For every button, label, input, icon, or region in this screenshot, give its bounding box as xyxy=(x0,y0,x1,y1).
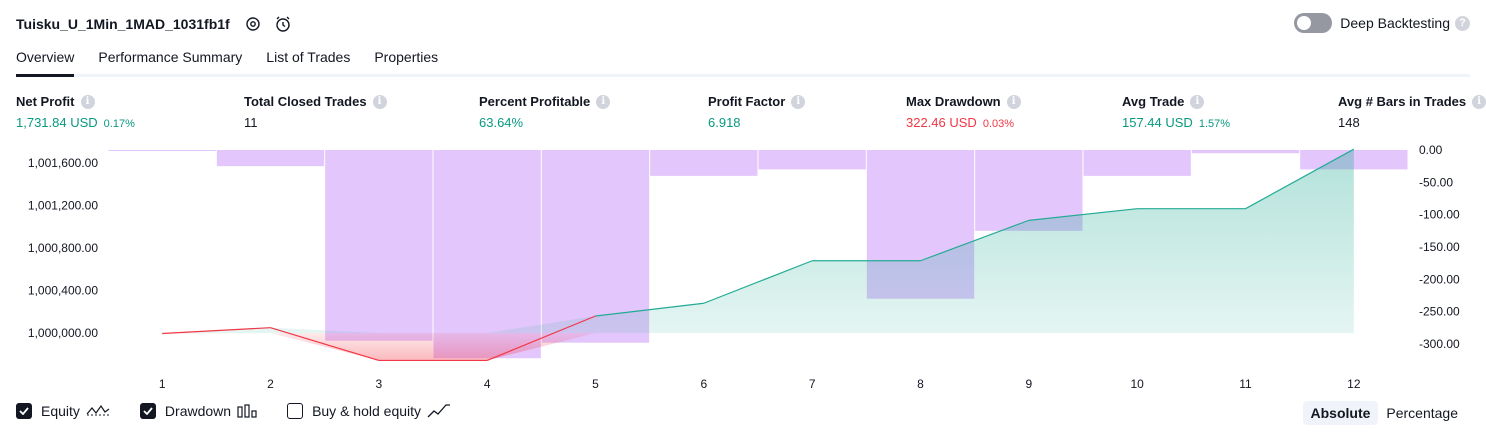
drawdown-bar xyxy=(325,150,433,341)
legend-label: Buy & hold equity xyxy=(312,403,422,419)
absolute-button[interactable]: Absolute xyxy=(1302,401,1379,425)
x-tick-label: 6 xyxy=(700,377,707,391)
equity-checkbox[interactable] xyxy=(16,403,32,419)
buy-hold-checkbox[interactable] xyxy=(287,403,304,419)
chart-legend: Equity Drawdown Buy & hold equity xyxy=(16,403,481,419)
right-axis-labels: 0.00 -50.00 -100.00 -150.00 -200.00 -250.00 -3… xyxy=(1419,143,1460,351)
scale-mode-switch: Absolute Percentage xyxy=(1302,401,1467,425)
x-tick-label: 11 xyxy=(1239,377,1252,391)
y-right-tick-label: -250.00 xyxy=(1419,305,1460,319)
legend-label: Equity xyxy=(41,403,80,419)
y-right-tick-label: -200.00 xyxy=(1419,272,1460,286)
drawdown-bar xyxy=(758,150,866,170)
x-tick-label: 7 xyxy=(809,377,816,391)
y-right-tick-label: -50.00 xyxy=(1419,175,1453,189)
drawdown-bar xyxy=(650,150,758,176)
left-axis-labels: 1,001,600.00 1,001,200.00 1,000,800.00 1,00… xyxy=(28,156,98,340)
x-tick-label: 3 xyxy=(375,377,382,391)
percentage-button[interactable]: Percentage xyxy=(1378,401,1466,425)
drawdown-checkbox[interactable] xyxy=(139,403,156,419)
drawdown-icon xyxy=(237,404,257,418)
drawdown-bar xyxy=(433,150,541,359)
y-right-tick-label: -150.00 xyxy=(1419,240,1460,254)
x-tick-label: 2 xyxy=(267,377,274,391)
y-left-tick-label: 1,001,600.00 xyxy=(28,156,98,170)
x-tick-label: 5 xyxy=(592,377,599,391)
x-axis-labels: 1 2 3 4 5 6 7 8 9 10 11 12 xyxy=(159,377,1361,391)
drawdown-bar xyxy=(1083,150,1191,176)
equity-icon xyxy=(86,404,110,418)
x-tick-label: 9 xyxy=(1025,377,1032,391)
y-left-tick-label: 1,000,800.00 xyxy=(28,241,98,255)
y-left-tick-label: 1,000,000.00 xyxy=(28,326,98,340)
legend-equity[interactable]: Equity xyxy=(16,403,110,419)
equity-drawdown-chart[interactable]: 1,001,600.00 1,001,200.00 1,000,800.00 1,00… xyxy=(0,0,1486,400)
equity-loss-area xyxy=(162,333,1354,361)
y-right-tick-label: -100.00 xyxy=(1419,208,1460,222)
drawdown-bar xyxy=(1191,150,1300,154)
drawdown-bar xyxy=(216,150,325,167)
trend-line-icon xyxy=(427,404,451,418)
y-right-tick-label: -300.00 xyxy=(1419,337,1460,351)
y-right-tick-label: 0.00 xyxy=(1419,143,1443,157)
x-tick-label: 8 xyxy=(917,377,924,391)
legend-drawdown[interactable]: Drawdown xyxy=(139,403,257,419)
y-left-tick-label: 1,001,200.00 xyxy=(28,199,98,213)
legend-buy-hold[interactable]: Buy & hold equity xyxy=(287,403,451,419)
x-tick-label: 4 xyxy=(484,377,491,391)
x-tick-label: 12 xyxy=(1347,377,1361,391)
legend-label: Drawdown xyxy=(164,403,232,419)
x-tick-label: 1 xyxy=(159,377,166,391)
y-left-tick-label: 1,000,400.00 xyxy=(28,284,98,298)
drawdown-bar xyxy=(108,150,216,151)
x-tick-label: 10 xyxy=(1130,377,1144,391)
